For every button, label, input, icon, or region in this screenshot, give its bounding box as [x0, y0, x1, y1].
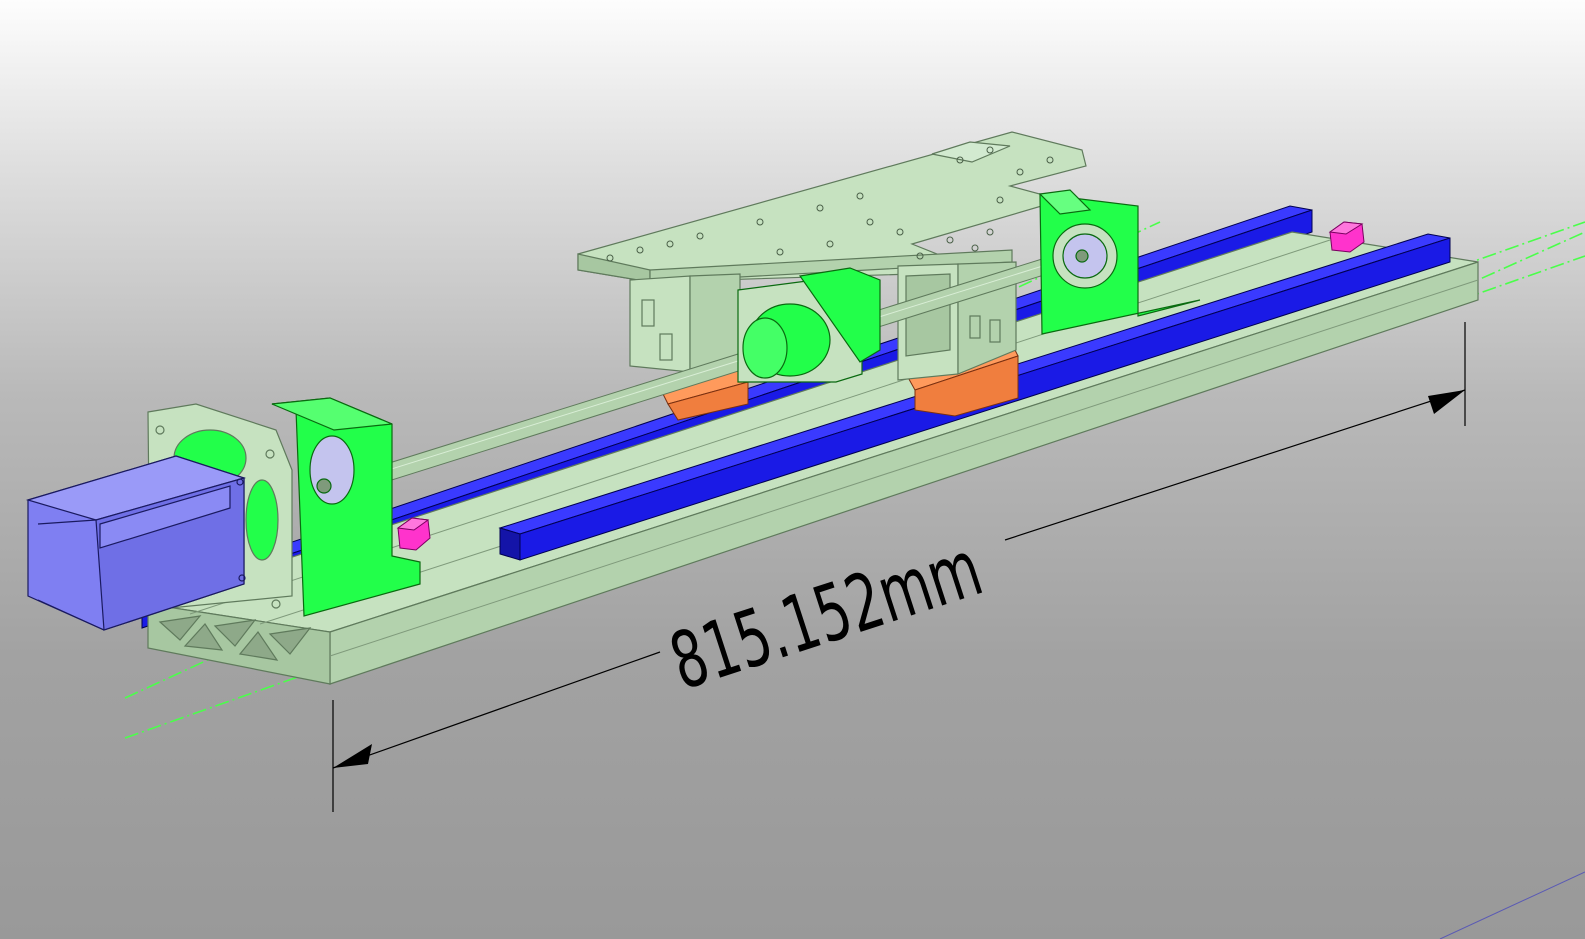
dimension-line-left [332, 651, 661, 769]
dimension-arrow-right [1428, 390, 1465, 414]
cad-viewport[interactable]: 815.152mm [0, 0, 1585, 939]
ball-nut-housing[interactable] [737, 267, 881, 383]
dimension-arrow-left [333, 744, 372, 768]
axis-line-right-lower [1459, 255, 1585, 301]
cad-scene[interactable]: 815.152mm [0, 0, 1585, 939]
construction-line-lower [1439, 871, 1585, 939]
carriage-leg-left [629, 273, 741, 373]
carriage-plate[interactable] [577, 131, 1087, 283]
